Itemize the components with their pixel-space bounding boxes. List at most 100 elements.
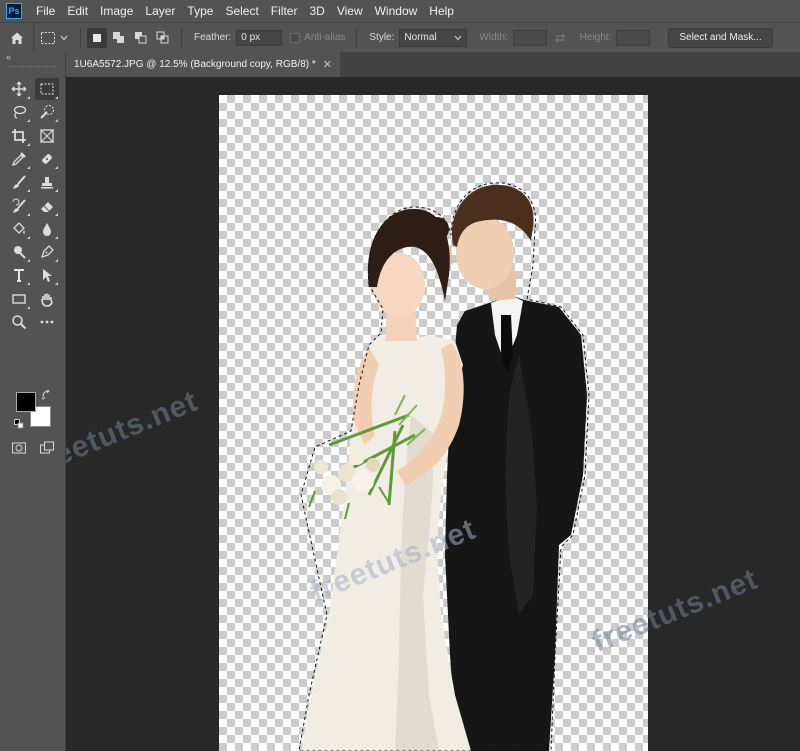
chevron-down-icon (60, 35, 68, 40)
document-tab-label: 1U6A5572.JPG @ 12.5% (Background copy, R… (74, 59, 316, 70)
home-button[interactable] (0, 22, 34, 53)
feather-label: Feather: (194, 32, 232, 43)
menu-filter[interactable]: Filter (265, 0, 304, 22)
width-input[interactable] (512, 29, 547, 46)
style-select[interactable]: Normal (399, 28, 468, 47)
close-icon[interactable]: ✕ (323, 58, 332, 71)
pen-tool[interactable] (35, 241, 59, 263)
more-tools-tool[interactable] (35, 311, 59, 333)
menu-edit[interactable]: Edit (61, 0, 94, 22)
dodge-tool[interactable] (7, 241, 31, 263)
menu-3d[interactable]: 3D (303, 0, 330, 22)
menu-help[interactable]: Help (423, 0, 460, 22)
rectangular-marquee-tool[interactable] (35, 78, 59, 100)
paint-bucket-icon (13, 221, 25, 234)
rectangular-marquee-icon (40, 83, 54, 95)
clone-stamp-tool[interactable] (35, 171, 59, 193)
lasso-icon (13, 106, 27, 119)
chevron-down-icon (454, 35, 462, 40)
flyout-indicator (27, 119, 30, 123)
flyout-indicator (27, 235, 30, 239)
blur-icon (43, 222, 51, 236)
swap-dimensions-icon[interactable]: ⇄ (555, 30, 566, 46)
menu-image[interactable]: Image (94, 0, 139, 22)
menu-select[interactable]: Select (219, 0, 264, 22)
healing-brush-icon (42, 154, 52, 164)
document-tab[interactable]: 1U6A5572.JPG @ 12.5% (Background copy, R… (66, 52, 340, 77)
flyout-indicator (27, 212, 30, 216)
menu-layer[interactable]: Layer (139, 0, 181, 22)
bride-hair-bun (425, 217, 449, 241)
flyout-indicator (27, 282, 30, 286)
brush-tool[interactable] (7, 171, 31, 193)
zoom-tool[interactable] (7, 311, 31, 333)
intersect-selection-button[interactable] (153, 28, 173, 48)
eyedropper-icon (11, 152, 26, 166)
quick-selection-tool[interactable] (35, 101, 59, 123)
crop-tool[interactable] (7, 125, 31, 147)
new-selection-icon (93, 33, 101, 42)
tool-preset-picker[interactable] (34, 23, 74, 53)
flyout-indicator (27, 305, 30, 309)
hand-icon (41, 293, 53, 307)
rectangle-shape-tool[interactable] (7, 288, 31, 310)
move-tool[interactable] (7, 78, 31, 100)
paint-bucket-tool[interactable] (7, 218, 31, 240)
canvas-workspace[interactable]: freetuts.net freetuts.net freetuts.net (66, 77, 800, 751)
history-brush-tool[interactable] (7, 195, 31, 217)
hand-tool[interactable] (35, 288, 59, 310)
type-icon (14, 269, 24, 283)
zoom-icon (12, 315, 27, 330)
screen-mode-button[interactable] (35, 437, 59, 459)
flyout-indicator (55, 212, 58, 216)
subtract-from-selection-button[interactable] (131, 28, 151, 48)
brush-icon (13, 175, 26, 190)
photo-layer (298, 182, 590, 751)
default-colors-icon[interactable] (14, 418, 24, 432)
eraser-tool[interactable] (35, 195, 59, 217)
flyout-indicator (27, 96, 30, 99)
flyout-indicator (55, 119, 58, 123)
blur-tool[interactable] (35, 218, 59, 240)
tools-panel: « (0, 52, 66, 751)
add-selection-icon (113, 31, 124, 43)
pen-icon (40, 245, 54, 259)
divider (181, 27, 182, 48)
quick-mask-button[interactable] (7, 437, 31, 459)
height-input[interactable] (616, 29, 651, 46)
style-label: Style: (369, 32, 395, 43)
menu-window[interactable]: Window (369, 0, 424, 22)
home-icon (10, 32, 23, 44)
eraser-icon (41, 201, 53, 212)
new-selection-button[interactable] (87, 27, 107, 48)
add-to-selection-button[interactable] (109, 28, 129, 48)
panel-grip[interactable] (10, 66, 56, 69)
flyout-indicator (27, 165, 30, 169)
eyedropper-tool[interactable] (7, 148, 31, 170)
feather-input[interactable]: 0 px (236, 29, 283, 46)
select-and-mask-button[interactable]: Select and Mask... (668, 27, 773, 48)
document-canvas[interactable] (219, 95, 648, 751)
type-tool[interactable] (7, 264, 31, 286)
swap-colors-icon[interactable] (40, 389, 52, 403)
watermark-text: freetuts.net (66, 384, 203, 481)
menu-bar: Ps File Edit Image Layer Type Select Filter 3D V… (0, 0, 800, 22)
foreground-color-swatch[interactable] (16, 392, 36, 412)
path-selection-tool[interactable] (35, 264, 59, 286)
menu-view[interactable]: View (331, 0, 369, 22)
frame-tool[interactable] (35, 125, 59, 147)
antialias-checkbox[interactable] (290, 32, 301, 43)
lasso-tool[interactable] (7, 101, 31, 123)
flyout-indicator (27, 142, 30, 146)
flyout-indicator (55, 282, 58, 286)
menu-type[interactable]: Type (181, 0, 219, 22)
collapse-panel-icon[interactable]: « (6, 52, 11, 62)
rectangle-shape-icon (12, 293, 26, 304)
healing-brush-tool[interactable] (35, 148, 59, 170)
flyout-indicator (27, 259, 30, 263)
quick-mask-icon (12, 442, 26, 454)
divider (80, 27, 81, 48)
menu-file[interactable]: File (30, 0, 61, 22)
height-label: Height: (579, 32, 612, 43)
flyout-indicator (55, 259, 58, 263)
